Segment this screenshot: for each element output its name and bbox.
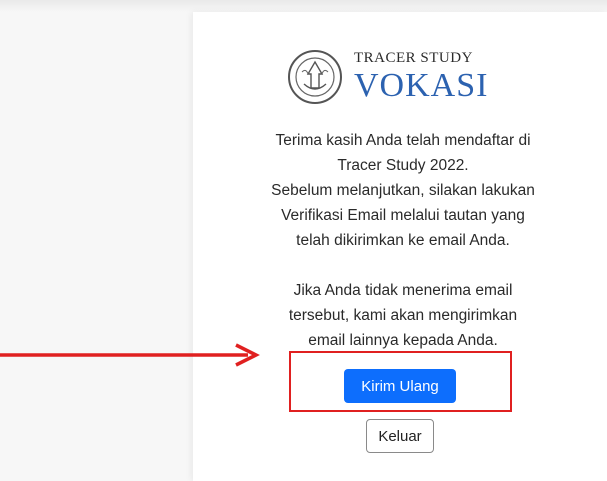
tut-wuri-handayani-emblem-icon — [288, 50, 342, 104]
message-spacer — [248, 253, 558, 278]
arrow-right-icon — [0, 343, 260, 367]
logo-title-line: TRACER STUDY — [354, 50, 473, 66]
message-line: Verifikasi Email melalui tautan yang — [281, 207, 525, 224]
message-line: Tracer Study 2022. — [337, 157, 469, 174]
message-line: email lainnya kepada Anda. — [308, 332, 498, 349]
message-line: telah dikirimkan ke email Anda. — [296, 232, 510, 249]
message-line: tersebut, kami akan mengirimkan — [288, 307, 518, 324]
message-line: Jika Anda tidak menerima email — [293, 282, 513, 299]
logo-brand-line: VOKASI — [354, 67, 489, 104]
message-line: Sebelum melanjutkan, silakan lakukan — [271, 182, 535, 199]
annotation-highlight-box — [289, 351, 512, 412]
tracer-study-logo: TRACER STUDY VOKASI — [286, 40, 526, 110]
browser-top-strip — [0, 0, 607, 12]
verification-message: Terima kasih Anda telah mendaftar di Tra… — [248, 128, 558, 353]
logout-button[interactable]: Keluar — [366, 419, 434, 453]
message-line: Terima kasih Anda telah mendaftar di — [275, 132, 531, 149]
